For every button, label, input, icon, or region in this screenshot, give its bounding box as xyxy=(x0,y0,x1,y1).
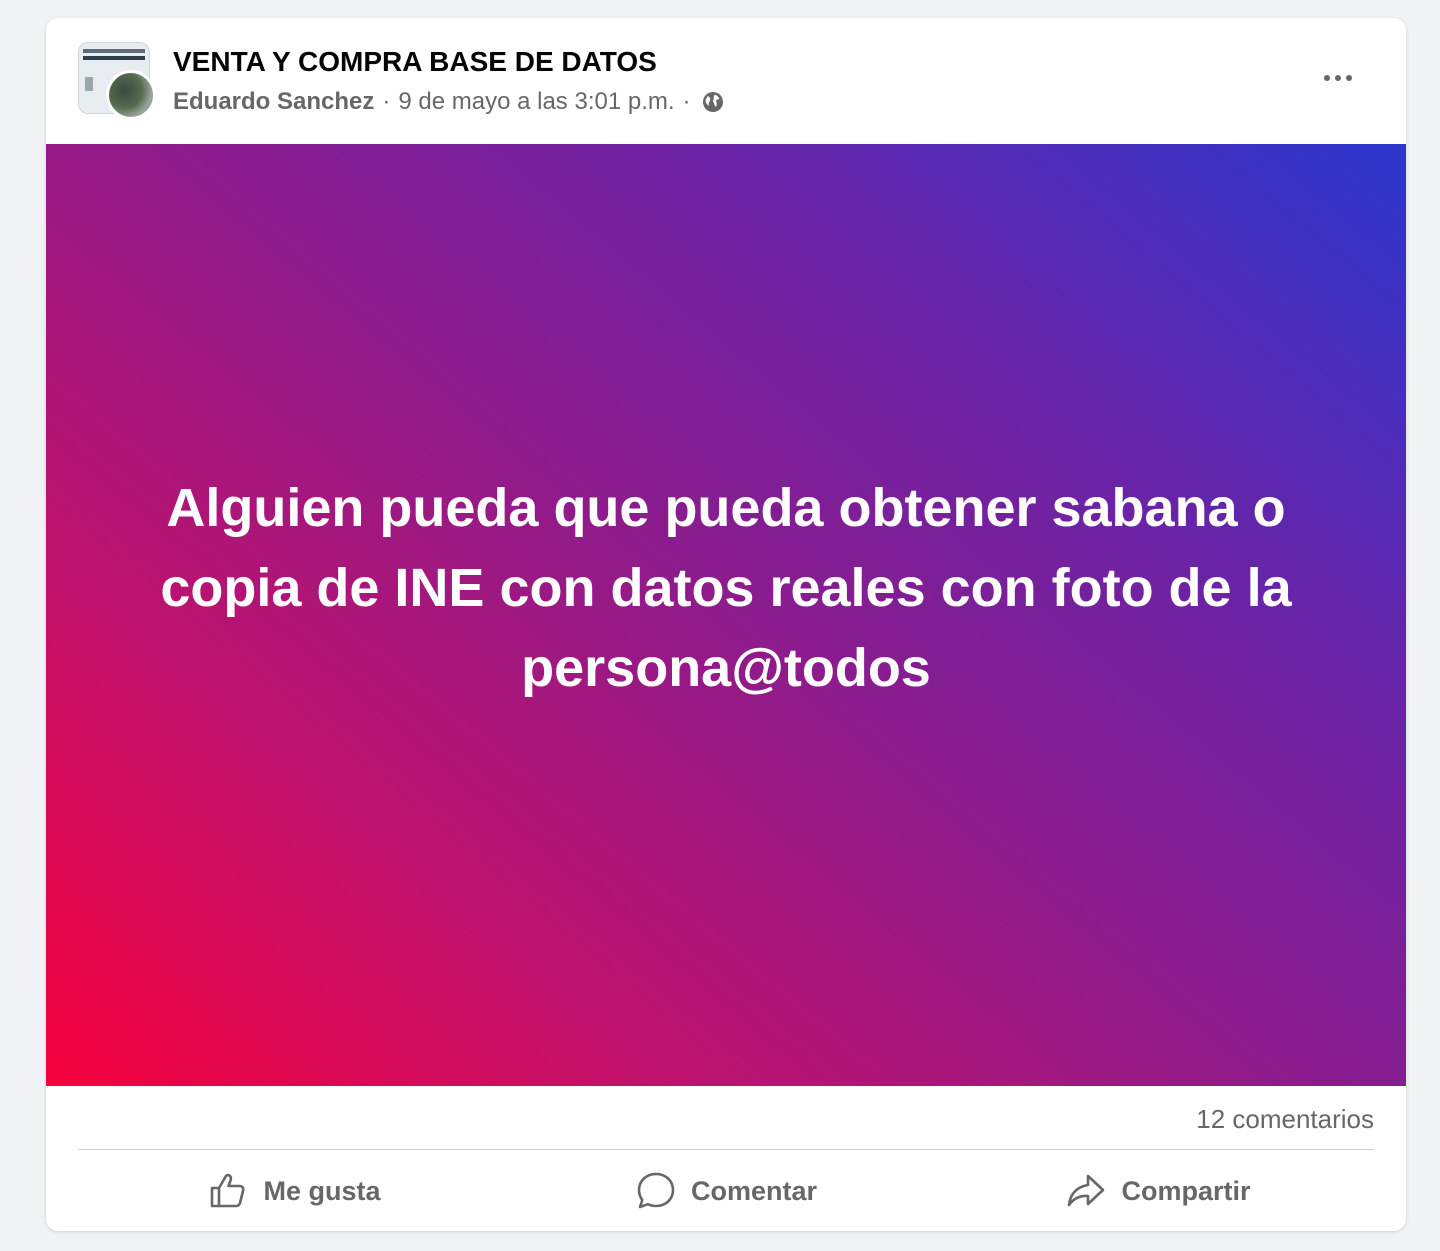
ellipsis-dot xyxy=(1324,75,1330,81)
author-avatar[interactable] xyxy=(106,70,156,120)
comments-count-link[interactable]: 12 comentarios xyxy=(1196,1104,1374,1135)
more-options-button[interactable] xyxy=(1310,58,1366,98)
meta-separator: · xyxy=(382,88,391,115)
share-arrow-icon xyxy=(1068,1174,1105,1207)
post-header: VENTA Y COMPRA BASE DE DATOS Eduardo San… xyxy=(46,18,1406,144)
like-label: Me gusta xyxy=(263,1175,381,1206)
ellipsis-dot xyxy=(1346,75,1352,81)
post-timestamp[interactable]: 9 de mayo a las 3:01 p.m. xyxy=(398,88,674,116)
group-picture-banner xyxy=(83,49,145,53)
comment-bubble-icon xyxy=(637,1172,675,1209)
author-name-link[interactable]: Eduardo Sanchez xyxy=(173,88,374,116)
share-button[interactable]: Compartir xyxy=(942,1151,1374,1231)
post-card: VENTA Y COMPRA BASE DE DATOS Eduardo San… xyxy=(46,18,1406,1231)
group-picture-banner xyxy=(83,56,145,60)
post-stats-bar: 12 comentarios xyxy=(78,1086,1374,1150)
comment-button[interactable]: Comentar xyxy=(510,1151,942,1231)
ellipsis-dot xyxy=(1335,75,1341,81)
post-actions-bar: Me gusta Comentar Compartir xyxy=(78,1151,1374,1231)
group-name-link[interactable]: VENTA Y COMPRA BASE DE DATOS xyxy=(173,46,657,78)
post-body-text: Alguien pueda que pueda obtener sabana o… xyxy=(160,477,1292,698)
globe-icon[interactable] xyxy=(701,90,725,114)
group-picture-detail xyxy=(85,77,93,91)
post-background: Alguien pueda que pueda obtener sabana o… xyxy=(46,144,1406,1086)
post-meta: Eduardo Sanchez · 9 de mayo a las 3:01 p… xyxy=(173,88,725,116)
share-label: Compartir xyxy=(1121,1175,1251,1206)
group-avatar[interactable] xyxy=(78,42,156,120)
comment-label: Comentar xyxy=(690,1175,818,1206)
thumbs-up-icon xyxy=(211,1173,245,1208)
like-button[interactable]: Me gusta xyxy=(78,1151,510,1231)
meta-separator: · xyxy=(682,88,691,115)
